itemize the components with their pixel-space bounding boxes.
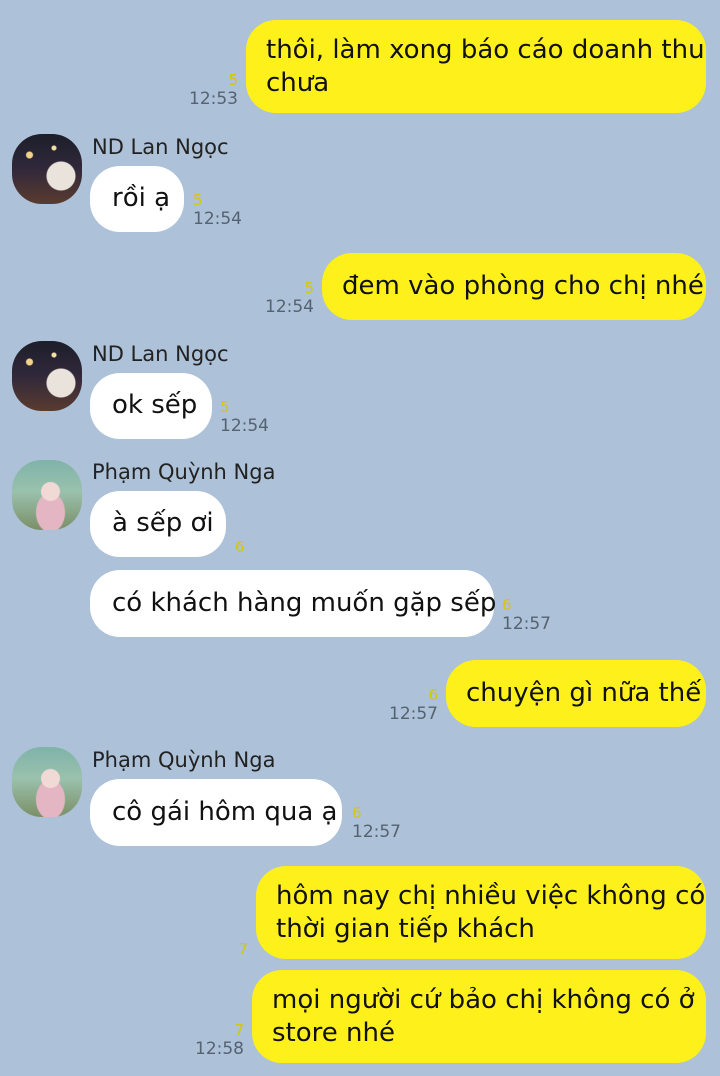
- message-meta: 7: [238, 940, 248, 958]
- unread-count: 6: [235, 538, 245, 556]
- unread-count: 7: [238, 940, 248, 958]
- sender-name: ND Lan Ngọc: [92, 342, 229, 366]
- message-line: hôm nay chị nhiều việc không có: [276, 881, 706, 911]
- message-bubble-incoming[interactable]: cô gái hôm qua ạ: [90, 779, 342, 846]
- message-line: thời gian tiếp khách: [276, 914, 535, 944]
- message-time: 12:57: [352, 822, 401, 842]
- message-bubble-outgoing[interactable]: chuyện gì nữa thế: [446, 660, 706, 727]
- message-line: có khách hàng muốn gặp sếp: [112, 588, 497, 618]
- unread-count: 6: [428, 686, 438, 704]
- message-meta: 5 12:54: [220, 398, 269, 436]
- avatar-lan-ngoc[interactable]: [12, 134, 82, 204]
- message-meta: 5 12:54: [193, 191, 242, 229]
- message-bubble-outgoing[interactable]: hôm nay chị nhiều việc không có thời gia…: [256, 866, 706, 959]
- message-time: 12:57: [502, 614, 551, 634]
- message-bubble-outgoing[interactable]: mọi người cứ bảo chị không có ở store nh…: [252, 970, 706, 1063]
- message-time: 12:57: [389, 704, 438, 724]
- message-line: chuyện gì nữa thế: [466, 678, 702, 708]
- sender-name: ND Lan Ngọc: [92, 135, 229, 159]
- unread-count: 6: [352, 804, 362, 822]
- unread-count: 5: [220, 398, 230, 416]
- message-meta: 6 12:57: [352, 804, 401, 842]
- message-bubble-outgoing[interactable]: thôi, làm xong báo cáo doanh thu chưa: [246, 20, 706, 113]
- message-meta: 6: [235, 538, 245, 556]
- message-time: 12:54: [193, 209, 242, 229]
- avatar-quynh-nga[interactable]: [12, 460, 82, 530]
- message-meta: 5 12:53: [189, 71, 238, 109]
- message-line: à sếp ơi: [112, 508, 214, 538]
- unread-count: 5: [193, 191, 203, 209]
- message-line: đem vào phòng cho chị nhé: [342, 271, 704, 301]
- message-bubble-outgoing[interactable]: đem vào phòng cho chị nhé: [322, 253, 706, 320]
- message-line: rồi ạ: [112, 183, 171, 213]
- message-bubble-incoming[interactable]: à sếp ơi: [90, 491, 226, 557]
- message-bubble-incoming[interactable]: ok sếp: [90, 373, 212, 439]
- message-line: ok sếp: [112, 390, 198, 420]
- message-bubble-incoming[interactable]: rồi ạ: [90, 166, 184, 232]
- message-bubble-incoming[interactable]: có khách hàng muốn gặp sếp: [90, 570, 497, 637]
- sender-name: Phạm Quỳnh Nga: [92, 460, 276, 484]
- sender-name: Phạm Quỳnh Nga: [92, 748, 276, 772]
- message-meta: 6 12:57: [389, 686, 438, 724]
- unread-count: 6: [502, 596, 512, 614]
- message-meta: 5 12:54: [265, 279, 314, 317]
- unread-count: 7: [234, 1021, 244, 1039]
- message-line: chưa: [266, 68, 330, 98]
- message-time: 12:53: [189, 89, 238, 109]
- message-meta: 6 12:57: [502, 596, 551, 634]
- unread-count: 5: [228, 71, 238, 89]
- message-time: 12:58: [195, 1039, 244, 1059]
- avatar-lan-ngoc[interactable]: [12, 341, 82, 411]
- unread-count: 5: [304, 279, 314, 297]
- message-meta: 7 12:58: [195, 1021, 244, 1059]
- avatar-quynh-nga[interactable]: [12, 747, 82, 817]
- message-line: cô gái hôm qua ạ: [112, 797, 338, 827]
- message-line: store nhé: [272, 1018, 395, 1048]
- message-time: 12:54: [220, 416, 269, 436]
- message-line: mọi người cứ bảo chị không có ở: [272, 985, 695, 1015]
- message-time: 12:54: [265, 297, 314, 317]
- message-line: thôi, làm xong báo cáo doanh thu: [266, 35, 705, 65]
